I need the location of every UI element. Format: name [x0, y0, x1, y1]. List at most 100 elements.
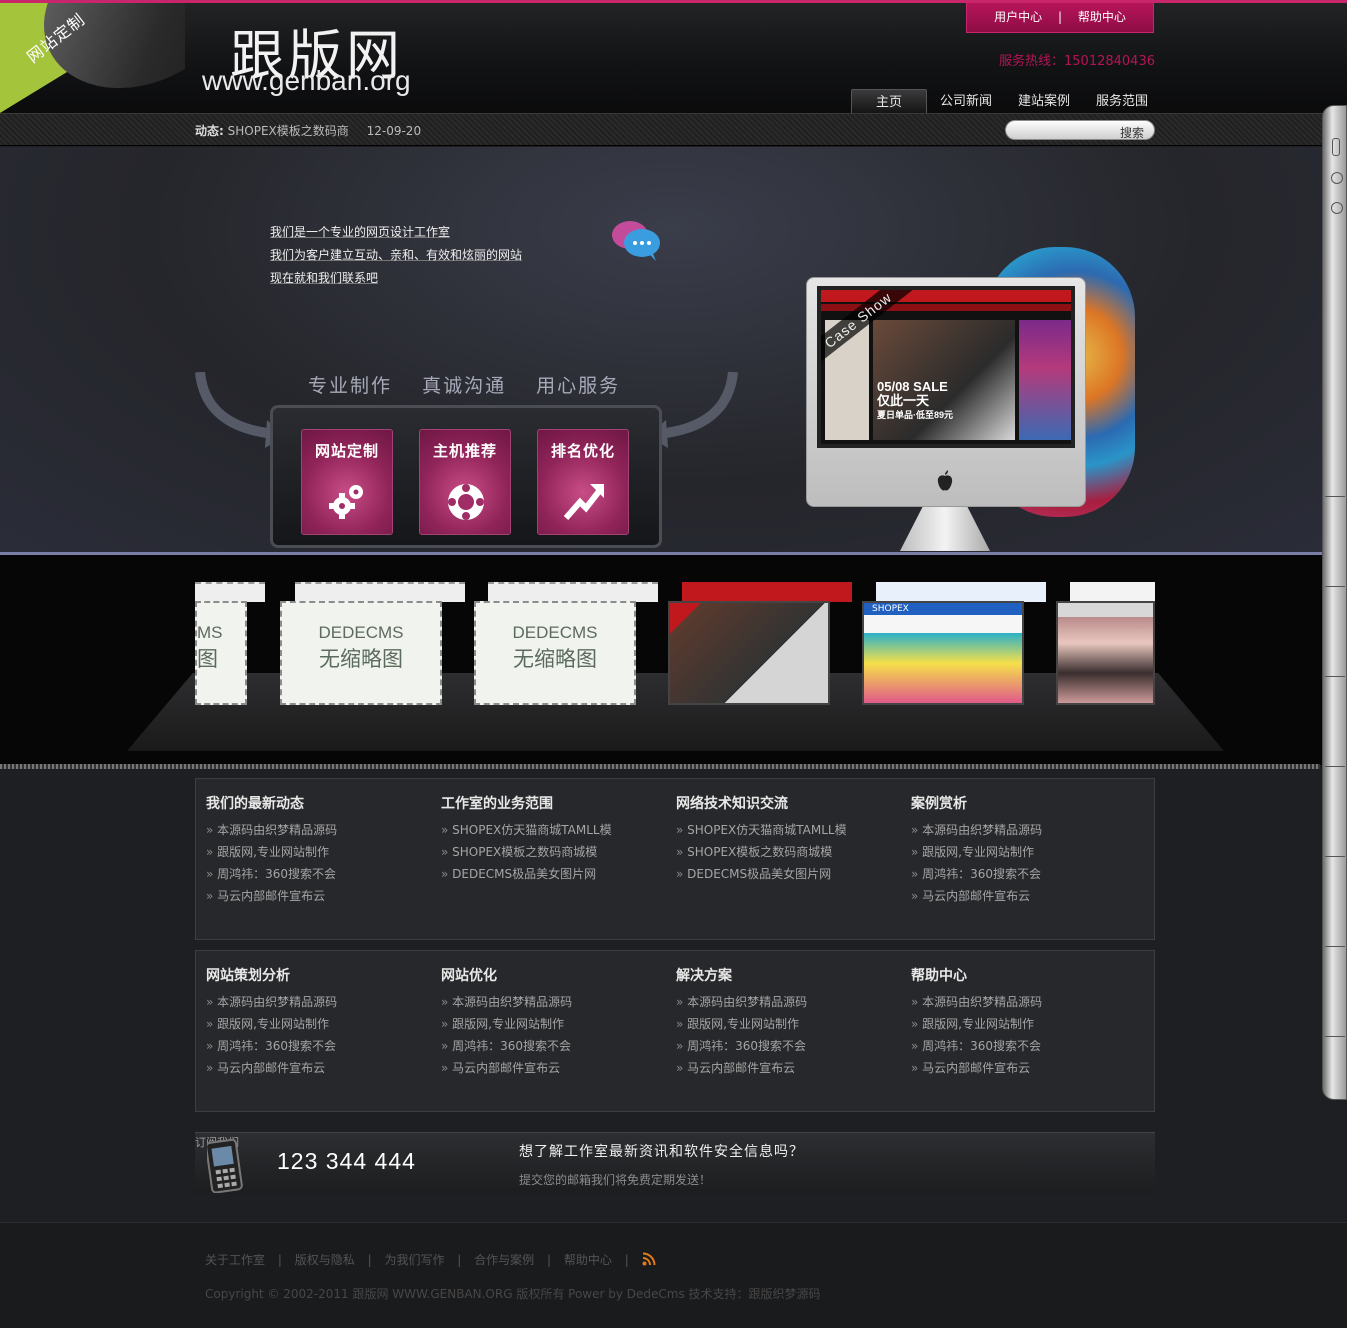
list-item[interactable]: SHOPEX模板之数码商城模	[676, 841, 896, 863]
hero-banner: 我们是一个专业的网页设计工作室 我们为客户建立互动、亲和、有效和炫丽的网站 现在…	[0, 147, 1347, 555]
help-center-link[interactable]: 帮助中心	[1078, 10, 1126, 24]
column-title[interactable]: 我们的最新动态	[206, 793, 426, 813]
column-title[interactable]: 帮助中心	[911, 965, 1131, 985]
column-title[interactable]: 网站优化	[441, 965, 661, 985]
help-column: 帮助中心 本源码由织梦精品源码 跟版网,专业网站制作 周鸿祎：360搜索不会 马…	[911, 965, 1131, 1079]
list-item[interactable]: DEDECMS极品美女图片网	[676, 863, 896, 885]
solutions-column: 解决方案 本源码由织梦精品源码 跟版网,专业网站制作 周鸿祎：360搜索不会 马…	[676, 965, 896, 1079]
gallery-thumb-beauty[interactable]	[1056, 601, 1155, 705]
content-panel: 我们的最新动态 本源码由织梦精品源码 跟版网,专业网站制作 周鸿祎：360搜索不…	[195, 778, 1155, 940]
trend-arrow-icon	[564, 484, 604, 520]
list-item[interactable]: 跟版网,专业网站制作	[676, 1013, 896, 1035]
list-item[interactable]: 本源码由织梦精品源码	[206, 991, 426, 1013]
list-item[interactable]: 马云内部邮件宣布云	[441, 1057, 661, 1079]
site-footer: 关于工作室 | 版权与隐私 | 为我们写作 | 合作与案例 | 帮助中心 | C…	[0, 1222, 1347, 1328]
list-item[interactable]: 周鸿祎：360搜索不会	[206, 1035, 426, 1057]
footer-link-cooperation[interactable]: 合作与案例	[474, 1253, 534, 1267]
news-headline-link[interactable]: SHOPEX模板之数码商	[228, 124, 349, 138]
top-links-separator: |	[1057, 10, 1063, 24]
phone-icon	[207, 1139, 243, 1193]
slogan-item: 专业制作	[308, 375, 393, 397]
list-item[interactable]: SHOPEX模板之数码商城模	[441, 841, 661, 863]
intro-text: 我们是一个专业的网页设计工作室 我们为客户建立互动、亲和、有效和炫丽的网站 现在…	[270, 221, 522, 290]
subscribe-description: 提交您的邮箱我们将免费定期发送！	[519, 1173, 712, 1187]
list-item[interactable]: 跟版网,专业网站制作	[441, 1013, 661, 1035]
list-item[interactable]: 周鸿祎：360搜索不会	[206, 863, 426, 885]
news-ticker-bar: 动态: SHOPEX模板之数码商 12-09-20 搜索	[0, 113, 1347, 146]
list-item[interactable]: SHOPEX仿天猫商城TAMLL模	[441, 819, 661, 841]
hotline: 服务热线：15012840436	[999, 54, 1155, 69]
subscribe-title: 想了解工作室最新资讯和软件安全信息吗？	[519, 1144, 804, 1160]
intro-line: 我们是一个专业的网页设计工作室	[270, 225, 451, 239]
footer-link-privacy[interactable]: 版权与隐私	[295, 1253, 355, 1267]
subscribe-bar: 订阅我们 123 344 444 想了解工作室最新资讯和软件安全信息吗？ 提交您…	[195, 1132, 1155, 1194]
intro-line[interactable]: 现在就和我们联系吧	[270, 267, 522, 290]
case-show-monitor[interactable]: 05/08 SALE 仅此一天 夏日单品·低至89元 Case Show	[806, 277, 1086, 507]
list-item[interactable]: 跟版网,专业网站制作	[911, 1013, 1131, 1035]
list-item[interactable]: 跟版网,专业网站制作	[911, 841, 1131, 863]
gear-icon	[329, 485, 363, 519]
intro-line: 我们为客户建立互动、亲和、有效和炫丽的网站	[270, 248, 523, 262]
list-item[interactable]: 本源码由织梦精品源码	[911, 991, 1131, 1013]
footer-link-help[interactable]: 帮助中心	[564, 1253, 612, 1267]
phone-number: 123 344 444	[277, 1148, 416, 1174]
news-date: 12-09-20	[366, 124, 422, 138]
column-title[interactable]: 解决方案	[676, 965, 896, 985]
gallery-thumb[interactable]: MS 图	[195, 601, 247, 705]
list-item[interactable]: 本源码由织梦精品源码	[676, 991, 896, 1013]
cases-column: 案例赏析 本源码由织梦精品源码 跟版网,专业网站制作 周鸿祎：360搜索不会 马…	[911, 793, 1131, 907]
gallery-thumb[interactable]: DEDECMS 无缩略图	[474, 601, 636, 705]
service-seo[interactable]: 排名优化	[537, 429, 629, 535]
news-column: 我们的最新动态 本源码由织梦精品源码 跟版网,专业网站制作 周鸿祎：360搜索不…	[206, 793, 426, 907]
search-button[interactable]: 搜索	[1120, 124, 1144, 141]
tech-column: 网络技术知识交流 SHOPEX仿天猫商城TAMLL模 SHOPEX模板之数码商城…	[676, 793, 896, 885]
content-panel: 网站策划分析 本源码由织梦精品源码 跟版网,专业网站制作 周鸿祎：360搜索不会…	[195, 950, 1155, 1112]
list-item[interactable]: 马云内部邮件宣布云	[676, 1057, 896, 1079]
footer-link-write[interactable]: 为我们写作	[384, 1253, 444, 1267]
service-label: 主机推荐	[432, 442, 497, 460]
list-item[interactable]: 马云内部邮件宣布云	[911, 885, 1131, 907]
list-item[interactable]: 周鸿祎：360搜索不会	[911, 863, 1131, 885]
apple-logo-icon	[937, 470, 953, 491]
list-item[interactable]: 周鸿祎：360搜索不会	[911, 1035, 1131, 1057]
copyright: Copyright © 2002-2011 跟版网 WWW.GENBAN.ORG…	[205, 1287, 821, 1301]
gallery-thumb[interactable]: DEDECMS 无缩略图	[280, 601, 442, 705]
column-title[interactable]: 案例赏析	[911, 793, 1131, 813]
rss-icon[interactable]	[642, 1252, 656, 1266]
main-nav: 主页 公司新闻 建站案例 服务范围	[851, 89, 1161, 115]
logo-url[interactable]: www.genban.org	[202, 65, 411, 97]
monitor-stand	[900, 507, 990, 551]
gallery-thumb-shopex[interactable]: SHOPEX	[862, 601, 1024, 705]
nav-company-news[interactable]: 公司新闻	[927, 89, 1005, 115]
site-header: 网站定制 跟版网 www.genban.org 用户中心 | 帮助中心 服务热线…	[0, 0, 1347, 115]
list-item[interactable]: 本源码由织梦精品源码	[911, 819, 1131, 841]
list-item[interactable]: SHOPEX仿天猫商城TAMLL模	[676, 819, 896, 841]
column-title[interactable]: 工作室的业务范围	[441, 793, 661, 813]
column-title[interactable]: 网络技术知识交流	[676, 793, 896, 813]
footer-link-about[interactable]: 关于工作室	[205, 1253, 265, 1267]
top-links: 用户中心 | 帮助中心	[966, 3, 1154, 33]
list-item[interactable]: 周鸿祎：360搜索不会	[676, 1035, 896, 1057]
device-button	[1332, 138, 1340, 156]
service-label: 排名优化	[550, 442, 615, 460]
list-item[interactable]: 周鸿祎：360搜索不会	[441, 1035, 661, 1057]
list-item[interactable]: 马云内部邮件宣布云	[206, 1057, 426, 1079]
list-item[interactable]: 跟版网,专业网站制作	[206, 841, 426, 863]
gallery-thumb-fashion[interactable]	[668, 601, 830, 705]
nav-cases[interactable]: 建站案例	[1005, 89, 1083, 115]
list-item[interactable]: 跟版网,专业网站制作	[206, 1013, 426, 1035]
list-item[interactable]: DEDECMS极品美女图片网	[441, 863, 661, 885]
list-item[interactable]: 本源码由织梦精品源码	[441, 991, 661, 1013]
nav-services[interactable]: 服务范围	[1083, 89, 1161, 115]
slogan-item: 真诚沟通	[422, 375, 507, 397]
service-web-custom[interactable]: 网站定制	[301, 429, 393, 535]
column-title[interactable]: 网站策划分析	[206, 965, 426, 985]
list-item[interactable]: 马云内部邮件宣布云	[206, 885, 426, 907]
user-center-link[interactable]: 用户中心	[994, 10, 1042, 24]
list-item[interactable]: 马云内部邮件宣布云	[911, 1057, 1131, 1079]
business-column: 工作室的业务范围 SHOPEX仿天猫商城TAMLL模 SHOPEX模板之数码商城…	[441, 793, 661, 885]
search-input[interactable]	[1016, 123, 1116, 138]
service-hosting[interactable]: 主机推荐	[419, 429, 511, 535]
list-item[interactable]: 本源码由织梦精品源码	[206, 819, 426, 841]
nav-home[interactable]: 主页	[851, 89, 927, 115]
